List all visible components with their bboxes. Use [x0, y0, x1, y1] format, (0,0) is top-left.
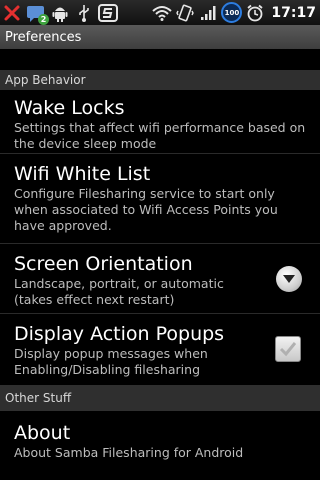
preferences-list: App Behavior Wake Locks Settings that af… [0, 49, 320, 475]
android-icon [50, 3, 70, 23]
page-title: Preferences [0, 25, 320, 49]
wifi-icon [152, 3, 173, 23]
missed-call-icon [2, 3, 22, 23]
pref-title: Screen Orientation [14, 253, 193, 275]
popups-checkbox[interactable] [275, 336, 301, 362]
section-header-app-behavior: App Behavior [0, 70, 320, 90]
pref-title: Wake Locks [14, 97, 125, 119]
status-time: 17:17 [271, 4, 316, 21]
checkmark-icon [279, 342, 297, 357]
message-icon: 2 [26, 3, 49, 25]
battery-icon: 100 [221, 2, 243, 23]
pref-screen-orientation[interactable]: Screen Orientation Landscape, portrait, … [0, 244, 320, 314]
usb-icon [74, 3, 94, 23]
notification-count-badge: 2 [38, 13, 49, 25]
pref-title: Wifi White List [14, 163, 151, 185]
pref-summary: Settings that affect wifi performance ba… [14, 120, 306, 151]
pref-display-action-popups[interactable]: Display Action Popups Display popup mess… [0, 314, 320, 385]
alarm-icon [245, 3, 265, 23]
pref-summary: Landscape, portrait, or automatic (takes… [14, 276, 224, 307]
pref-title: About [14, 422, 71, 444]
pref-wifi-white-list[interactable]: Wifi White List Configure Filesharing se… [0, 154, 320, 244]
vibrate-icon [175, 3, 195, 23]
s-app-icon [98, 3, 118, 23]
pref-about[interactable]: About About Samba Filesharing for Androi… [0, 411, 320, 475]
pref-title: Display Action Popups [14, 323, 225, 345]
section-header-other-stuff: Other Stuff [0, 385, 320, 411]
pref-summary: About Samba Filesharing for Android [14, 445, 244, 460]
pref-summary: Display popup messages when Enabling/Dis… [14, 346, 208, 377]
signal-icon [198, 3, 218, 23]
pref-wake-locks[interactable]: Wake Locks Settings that affect wifi per… [0, 90, 320, 154]
chevron-down-icon[interactable] [276, 266, 302, 292]
pref-summary: Configure Filesharing service to start o… [14, 186, 278, 233]
status-bar: 2 100 17:17 [0, 0, 320, 25]
